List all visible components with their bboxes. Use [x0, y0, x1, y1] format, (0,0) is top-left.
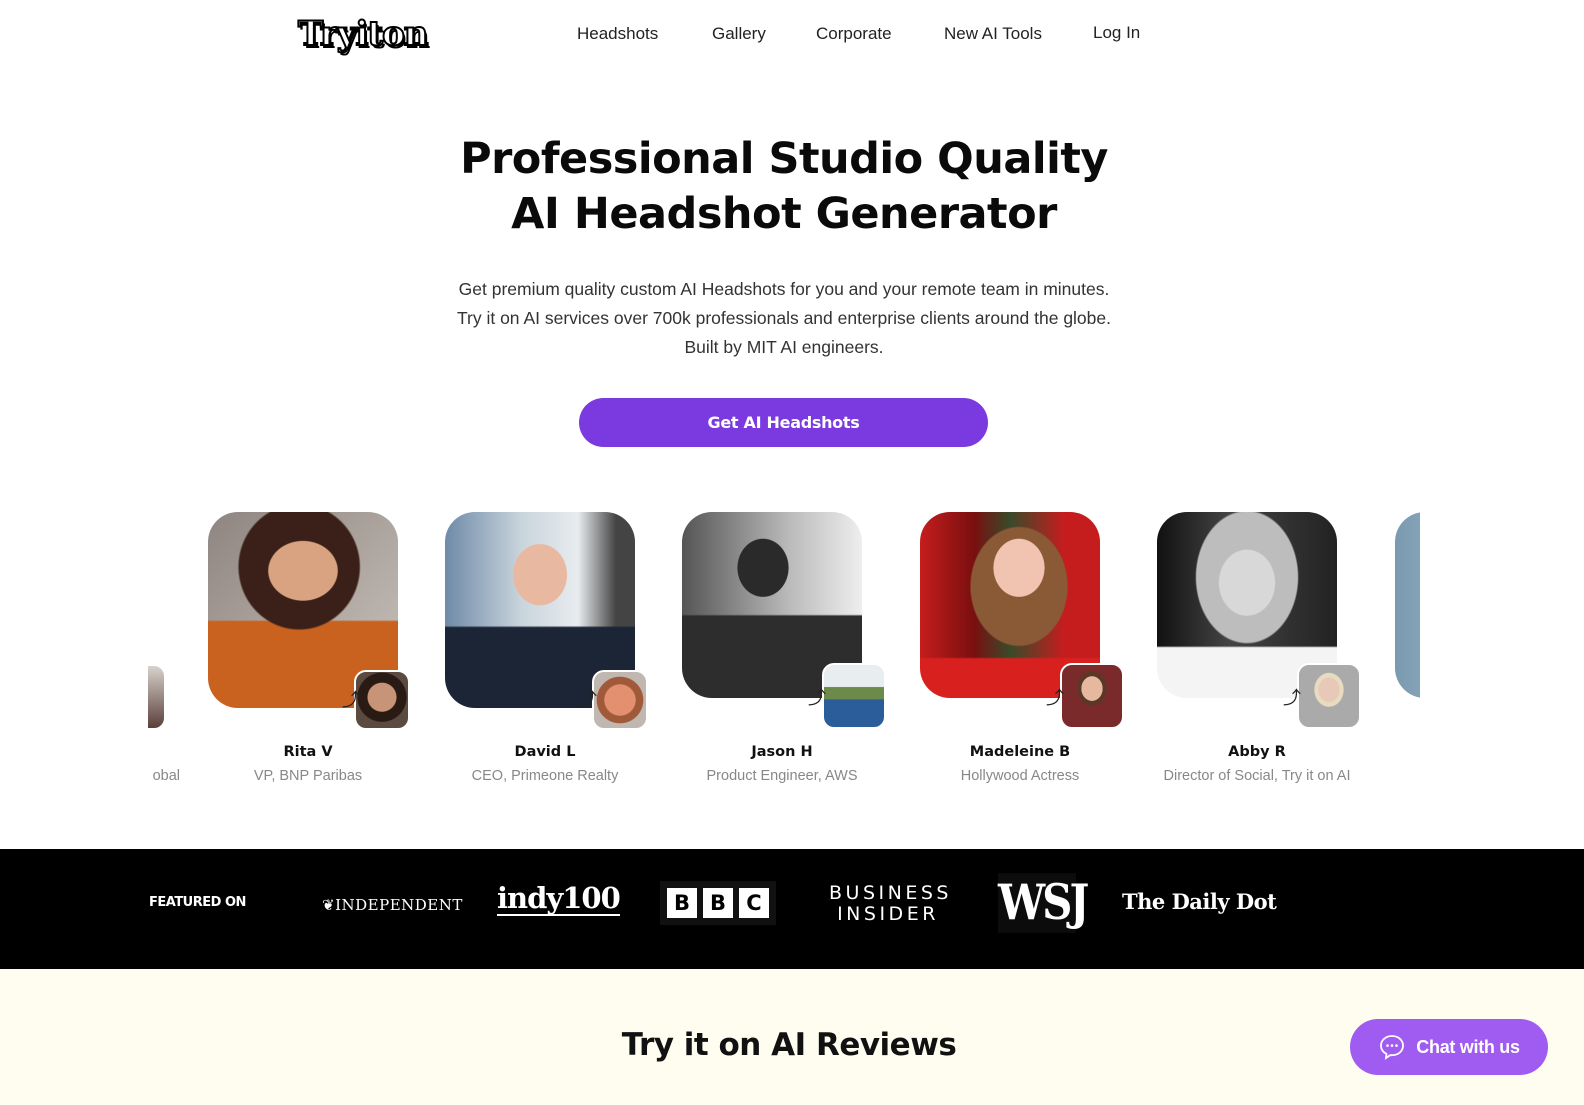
nav-corporate[interactable]: Corporate [816, 24, 892, 44]
chat-label: Chat with us [1416, 1036, 1520, 1057]
carousel-card[interactable]: ⤴ Madeleine B Hollywood Actress [920, 500, 1160, 800]
nav-headshots[interactable]: Headshots [577, 24, 658, 44]
card-name: Madeleine B [969, 744, 1071, 760]
card-role: Director of Social, Try it on AI [1163, 768, 1351, 784]
independent-logo-text: INDEPENDENT [335, 896, 463, 914]
bbc-logo[interactable]: B B C [660, 881, 776, 925]
bbc-letter: B [703, 888, 733, 918]
brand-logo[interactable]: Tryiton [297, 13, 430, 55]
bbc-letter: C [739, 888, 769, 918]
reviews-title: Try it on AI Reviews [621, 1027, 957, 1063]
card-name: Jason H [751, 744, 813, 760]
carousel-card[interactable]: ⤴ Abby R Director of Social, Try it on A… [1157, 500, 1397, 800]
nav-new-ai-tools[interactable]: New AI Tools [944, 24, 1042, 44]
headshot-carousel[interactable]: obal ⤴ Rita V VP, BNP Paribas ⤴ David L … [148, 500, 1420, 800]
nav-gallery[interactable]: Gallery [712, 24, 766, 44]
card-role: Hollywood Actress [960, 768, 1080, 784]
transform-arrow-icon: ⤴ [1046, 688, 1064, 708]
selfie-thumbnail [1297, 663, 1361, 729]
indy100-logo[interactable]: indy100 [497, 882, 621, 916]
bbc-letter: B [667, 888, 697, 918]
card-role: VP, BNP Paribas [253, 768, 363, 784]
hero-subtitle: Get premium quality custom AI Headshots … [456, 279, 1111, 357]
carousel-card[interactable]: ⤴ David L CEO, Primeone Realty [445, 500, 685, 800]
business-insider-line1: BUSINESS [829, 882, 952, 904]
reviews-section: Try it on AI Reviews [0, 969, 1584, 1105]
eagle-icon: ❦ [322, 896, 336, 914]
headshot-photo [1395, 512, 1420, 698]
site-header: Tryiton Headshots Gallery Corporate New … [0, 0, 1584, 72]
card-role: Product Engineer, AWS [706, 768, 858, 784]
business-insider-logo[interactable]: BUSINESS INSIDER [829, 882, 952, 925]
transform-arrow-icon: ⤴ [342, 690, 360, 710]
daily-dot-logo[interactable]: The Daily Dot [1122, 889, 1277, 914]
chat-bubble-icon [1380, 1035, 1405, 1060]
card-role: obal [152, 768, 180, 784]
carousel-card[interactable]: ⤴ Jason H Product Engineer, AWS [682, 500, 922, 800]
selfie-thumbnail [148, 664, 166, 730]
hero-title-line1: Professional Studio Quality [460, 134, 1108, 184]
transform-arrow-icon: ⤴ [808, 688, 826, 708]
card-name: David L [514, 744, 576, 760]
transform-arrow-icon: ⤴ [1283, 688, 1301, 708]
card-role: CEO, Primeone Realty [471, 768, 619, 784]
selfie-thumbnail [822, 663, 886, 729]
transform-arrow-icon: ⤴ [579, 690, 597, 710]
selfie-thumbnail [354, 670, 410, 730]
featured-on-bar: FEATURED ON ❦INDEPENDENT indy100 B B C B… [0, 849, 1584, 969]
carousel-card[interactable]: ⤴ Rita V VP, BNP Paribas [208, 500, 448, 800]
business-insider-line2: INSIDER [837, 903, 939, 925]
selfie-thumbnail [592, 670, 648, 730]
nav-log-in[interactable]: Log In [1093, 23, 1140, 43]
card-name: Abby R [1228, 744, 1286, 760]
independent-logo[interactable]: ❦INDEPENDENT [322, 896, 463, 914]
wsj-logo[interactable]: WSJ [998, 873, 1089, 933]
hero-title-line2: AI Headshot Generator [511, 189, 1057, 239]
selfie-thumbnail [1060, 663, 1124, 729]
carousel-card-partial-right [1395, 500, 1420, 800]
card-name: Rita V [283, 744, 333, 760]
get-ai-headshots-button[interactable]: Get AI Headshots [579, 398, 988, 447]
hero-title: Professional Studio Quality AI Headshot … [0, 132, 1568, 242]
featured-on-label: FEATURED ON [149, 895, 246, 910]
chat-with-us-button[interactable]: Chat with us [1350, 1019, 1548, 1075]
